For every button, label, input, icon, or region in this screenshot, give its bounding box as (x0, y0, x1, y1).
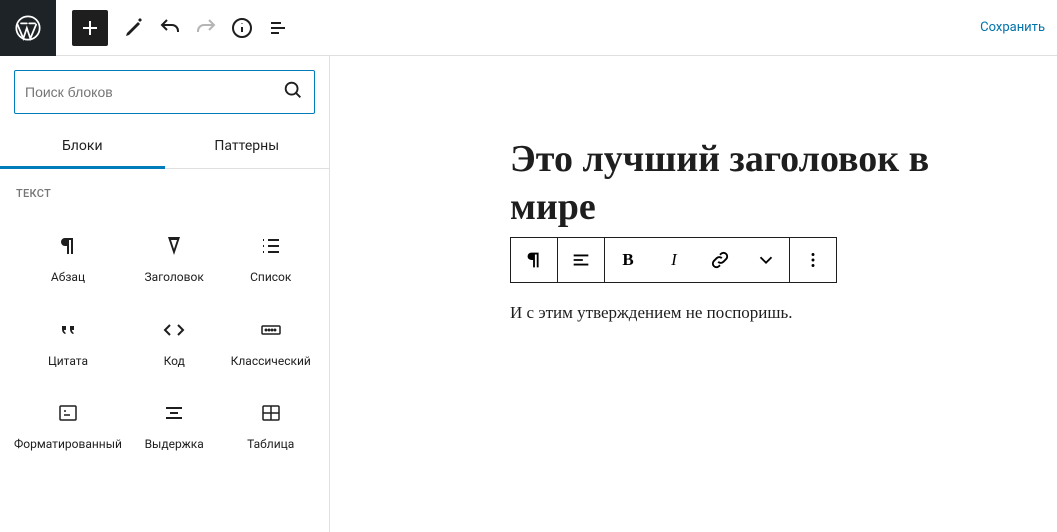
pullquote-icon (162, 401, 186, 425)
category-label-text: ТЕКСТ (0, 169, 329, 208)
code-icon (162, 318, 186, 342)
align-button[interactable] (558, 238, 604, 282)
editor-canvas[interactable]: Это лучший заголовок в мире B I (330, 56, 1057, 532)
undo-button[interactable] (152, 10, 188, 46)
block-label: Форматированный (14, 437, 122, 453)
block-type-button[interactable] (511, 238, 557, 282)
block-item-quote[interactable]: Цитата (10, 300, 126, 384)
search-icon (282, 79, 304, 105)
outline-button[interactable] (260, 10, 296, 46)
post-title[interactable]: Это лучший заголовок в мире (510, 136, 1017, 231)
block-item-preformatted[interactable]: Форматированный (10, 383, 126, 467)
list-icon (259, 234, 283, 258)
inserter-scroll[interactable]: Блоки Паттерны ТЕКСТ Абзац Заголовок Спи… (0, 56, 329, 532)
block-item-table[interactable]: Таблица (222, 383, 319, 467)
add-block-button[interactable] (72, 10, 108, 46)
wordpress-logo[interactable] (0, 0, 56, 56)
table-icon (259, 401, 283, 425)
paragraph-icon (56, 234, 80, 258)
block-item-heading[interactable]: Заголовок (126, 216, 223, 300)
more-formatting-button[interactable] (743, 238, 789, 282)
heading-icon (162, 234, 186, 258)
block-item-paragraph[interactable]: Абзац (10, 216, 126, 300)
block-inserter-panel: Блоки Паттерны ТЕКСТ Абзац Заголовок Спи… (0, 56, 330, 532)
block-label: Таблица (247, 437, 294, 453)
quote-icon (56, 318, 80, 342)
block-label: Классический (231, 354, 311, 370)
tab-blocks[interactable]: Блоки (0, 124, 165, 168)
edit-mode-button[interactable] (116, 10, 152, 46)
block-item-list[interactable]: Список (222, 216, 319, 300)
classic-icon (259, 318, 283, 342)
preformatted-icon (56, 401, 80, 425)
info-button[interactable] (224, 10, 260, 46)
inserter-tabs: Блоки Паттерны (0, 124, 329, 169)
tab-patterns[interactable]: Паттерны (165, 124, 330, 168)
search-input[interactable] (25, 84, 282, 100)
paragraph-block[interactable]: И с этим утверждением не поспоришь. (510, 303, 1017, 323)
blocks-grid: Абзац Заголовок Список Цитата Код (0, 208, 329, 487)
block-label: Абзац (51, 270, 85, 286)
editor-top-bar: Сохранить (0, 0, 1057, 56)
block-label: Заголовок (145, 270, 204, 286)
block-toolbar: B I (510, 237, 837, 283)
block-label: Код (164, 354, 185, 370)
bold-button[interactable]: B (605, 238, 651, 282)
link-button[interactable] (697, 238, 743, 282)
editor-main: Блоки Паттерны ТЕКСТ Абзац Заголовок Спи… (0, 56, 1057, 532)
block-label: Выдержка (145, 437, 204, 453)
block-item-code[interactable]: Код (126, 300, 223, 384)
redo-button[interactable] (188, 10, 224, 46)
save-button[interactable]: Сохранить (968, 20, 1057, 35)
block-label: Список (250, 270, 291, 286)
topbar-button-group (56, 10, 296, 46)
more-options-button[interactable] (790, 238, 836, 282)
italic-button[interactable]: I (651, 238, 697, 282)
block-item-pullquote[interactable]: Выдержка (126, 383, 223, 467)
block-label: Цитата (48, 354, 88, 370)
block-search-box (14, 70, 315, 114)
block-item-classic[interactable]: Классический (222, 300, 319, 384)
